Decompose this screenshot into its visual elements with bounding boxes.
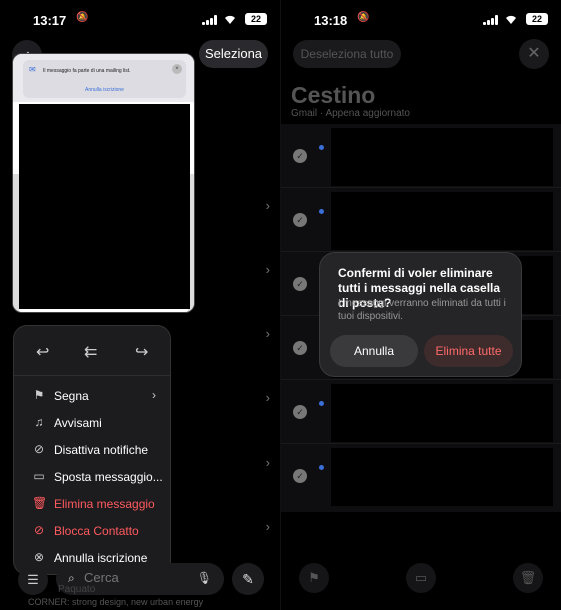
chevron-right-icon: › [265,198,270,213]
bell-slash-icon: ⊘ [33,442,45,456]
wifi-icon [225,15,235,24]
list-item[interactable]: ✓ [281,380,561,444]
unread-dot-icon [319,209,324,214]
dialog-body: I messaggi verranno eliminati da tutti i… [338,298,506,322]
menu-item-segna[interactable]: ⚑ Segna › [14,383,170,410]
status-bar: 13:18 🔕 22 [281,10,561,30]
checkmark-icon[interactable]: ✓ [293,469,307,483]
left-screen: 13:17 🔕 22 ‹ Seleziona › › › › › › ✉ Il … [0,0,280,610]
menu-item-elimina-messaggio[interactable]: 🗑 Elimina messaggio [14,491,170,518]
microphone-icon[interactable]: 🎙 [197,571,212,585]
flag-icon: ⚑ [33,388,45,402]
chevron-right-icon: › [265,326,270,341]
bell-icon: ♫ [34,415,44,429]
signal-icon [202,15,218,25]
battery-icon: 22 [245,13,267,25]
chevron-right-icon: › [265,455,270,470]
trash-icon: 🗑 [32,496,48,510]
delete-all-button[interactable]: Elimina tutte [424,335,513,367]
wifi-icon [506,15,516,24]
search-input[interactable] [84,570,194,585]
bell-slash-icon: 🔕 [357,12,370,23]
select-button[interactable]: Seleziona [199,40,268,68]
context-menu: ↩ ⇇ ↪ ⚑ Segna › ♫ Avvisami ⊘ Disattiva n… [13,325,171,575]
unread-dot-icon [319,145,324,150]
checkmark-icon[interactable]: ✓ [293,149,307,163]
battery-icon: 22 [526,13,548,25]
unread-dot-icon [319,465,324,470]
trash-icon[interactable]: 🗑 [513,563,543,593]
list-item[interactable]: ✓ [281,188,561,252]
quick-actions: ↩ ⇇ ↪ [14,326,170,376]
footer-title: Paquato [58,584,96,595]
close-icon[interactable]: ✕ [519,39,549,69]
status-time: 13:17 [33,13,67,28]
list-item[interactable]: ✓ [281,124,561,188]
unread-dot-icon [319,401,324,406]
checkmark-icon[interactable]: ✓ [293,341,307,355]
list-item[interactable]: ✓ [281,444,561,508]
block-icon: ⊘ [33,523,45,537]
unsubscribe-link[interactable]: Annulla iscrizione [23,87,186,93]
deselect-all-button[interactable]: Deseleziona tutto [293,40,401,68]
checkmark-icon[interactable]: ✓ [293,405,307,419]
reply-icon[interactable]: ↩ [36,342,49,362]
chevron-right-icon: › [265,262,270,277]
status-bar: 13:17 🔕 22 [0,10,280,30]
chevron-right-icon: › [265,390,270,405]
menu-icon[interactable]: ☰ [18,565,48,595]
chevron-right-icon: › [152,388,156,402]
bell-slash-icon: 🔕 [76,12,89,23]
compose-button[interactable]: ✎ [232,563,264,595]
signal-icon [483,15,499,25]
menu-item-avvisami[interactable]: ♫ Avvisami [14,410,170,437]
menu-item-blocca-contatto[interactable]: ⊘ Blocca Contatto [14,518,170,545]
folder-icon: ▭ [33,469,45,483]
forward-icon[interactable]: ↪ [135,342,148,362]
bottom-toolbar: ⚑ ▭ 🗑 [281,560,561,610]
reply-all-icon[interactable]: ⇇ [84,342,97,362]
mailing-notice: Il messaggio fa parte di una mailing lis… [43,68,131,74]
checkmark-icon[interactable]: ✓ [293,277,307,291]
mailing-list-banner: ✉ Il messaggio fa parte di una mailing l… [23,60,186,98]
cancel-button[interactable]: Annulla [330,335,418,367]
confirm-delete-dialog: Confermi di voler eliminare tutti i mess… [319,252,522,377]
close-icon[interactable]: × [172,64,182,74]
message-body [19,104,190,309]
folder-icon[interactable]: ▭ [406,563,436,593]
page-title: Cestino [291,82,376,108]
checkmark-icon[interactable]: ✓ [293,213,307,227]
menu-item-disattiva-notifiche[interactable]: ⊘ Disattiva notifiche [14,437,170,464]
status-time: 13:18 [314,13,348,28]
menu-item-sposta-messaggio[interactable]: ▭ Sposta messaggio... [14,464,170,491]
chevron-right-icon: › [265,519,270,534]
message-preview[interactable]: ✉ Il messaggio fa parte di una mailing l… [12,53,195,313]
flag-icon[interactable]: ⚑ [299,563,329,593]
page-subtitle: Gmail · Appena aggiornato [291,108,410,119]
envelope-icon: ✉ [29,65,36,74]
footer-preview-text: CORNER: strong design, new urban energy [28,597,204,607]
